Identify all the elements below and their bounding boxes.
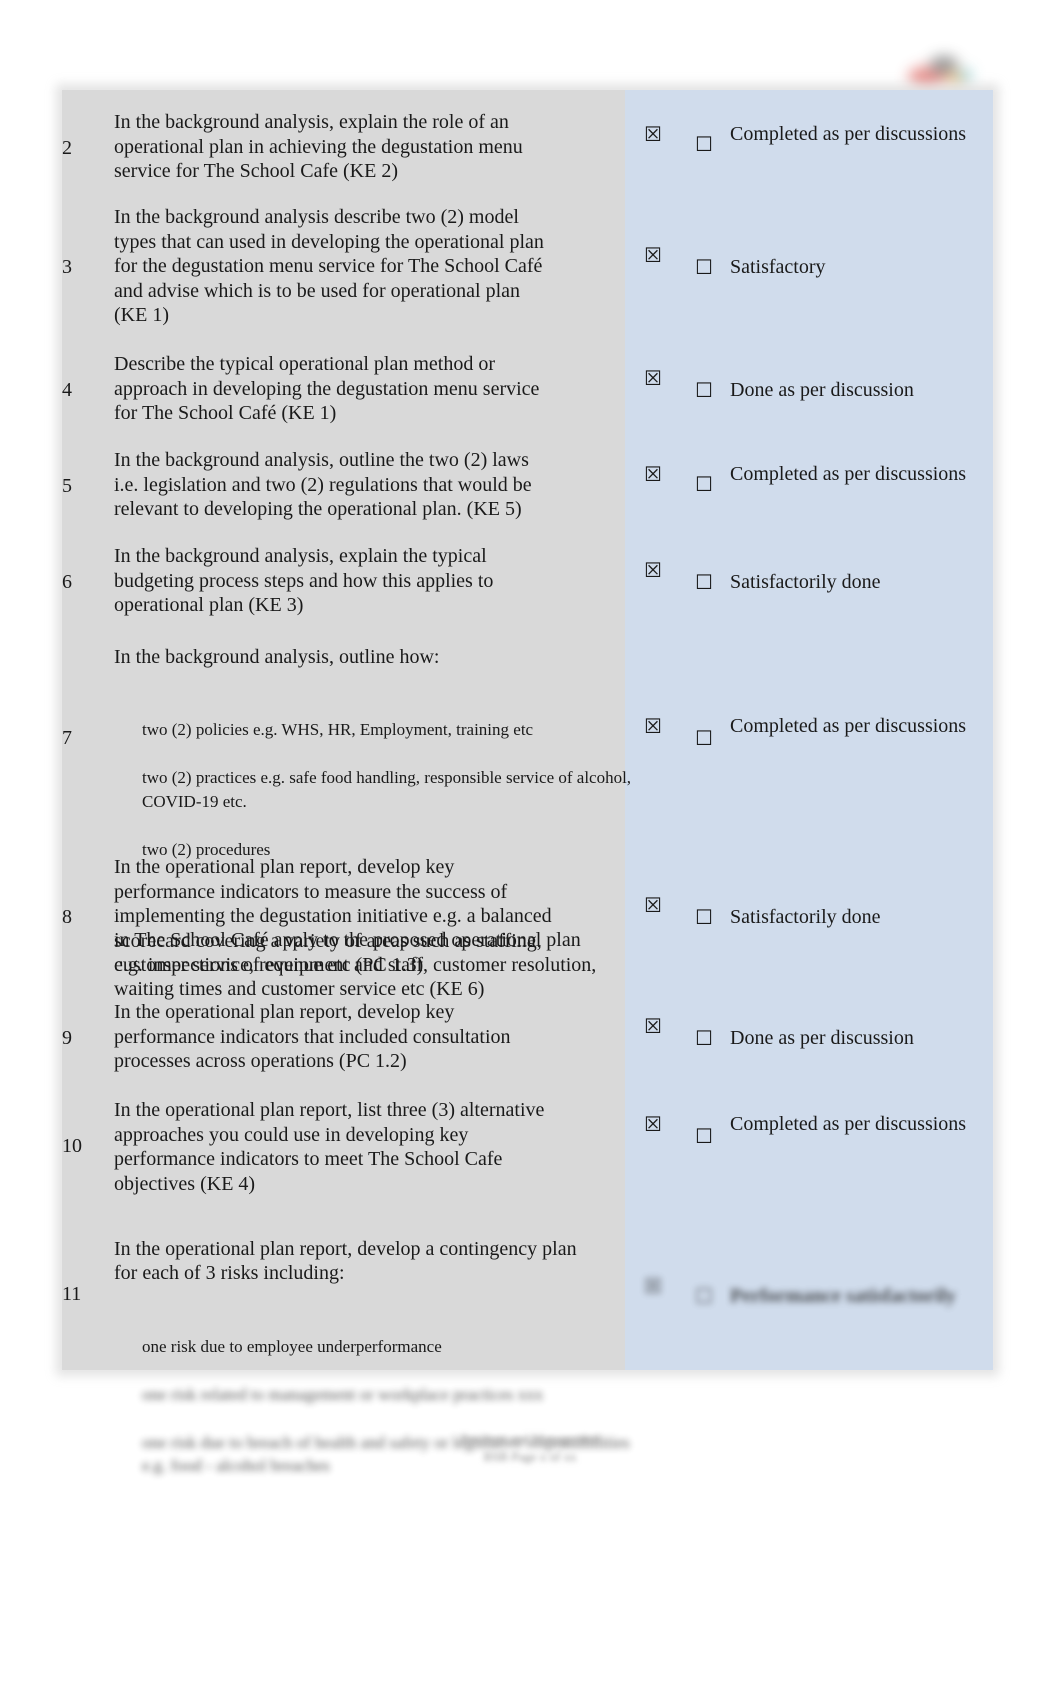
assessor-comment: Done as per discussion	[730, 1027, 914, 1049]
footer-line-2: BSB Page x of xx	[483, 1449, 577, 1464]
row-number: 9	[62, 1027, 72, 1049]
row-number: 5	[62, 475, 72, 497]
row-number: 7	[62, 727, 72, 749]
row-number: 8	[62, 906, 72, 928]
not-satisfactory-checkbox[interactable]: ☐	[695, 1026, 713, 1050]
assessor-comment: Done as per discussion	[730, 379, 914, 401]
bullet-item: two (2) practices e.g. safe food handlin…	[142, 768, 632, 811]
question-text: In the operational plan report, develop …	[114, 856, 552, 976]
row-number: 6	[62, 571, 72, 593]
assessor-comment: Completed as per discussions	[730, 1113, 967, 1135]
assessor-comment: Satisfactorily done	[730, 906, 881, 928]
question-bullet-list: one risk due to employee underperformanc…	[114, 1310, 634, 1502]
row-number: 2	[62, 137, 72, 159]
question-text: In the background analysis, outline the …	[114, 449, 532, 520]
satisfactory-checkbox[interactable]: ☒	[644, 1112, 662, 1136]
page-footer: Business and Management BSB Page x of xx	[430, 1430, 630, 1466]
question-text: In the background analysis describe two …	[114, 206, 544, 326]
row-number: 10	[62, 1135, 82, 1157]
not-satisfactory-checkbox[interactable]: ☐	[695, 1284, 713, 1308]
satisfactory-checkbox[interactable]: ☒	[644, 462, 662, 486]
not-satisfactory-checkbox[interactable]: ☐	[695, 905, 713, 929]
question-text: In the operational plan report, develop …	[114, 1001, 511, 1072]
not-satisfactory-checkbox[interactable]: ☐	[695, 726, 713, 750]
satisfactory-checkbox[interactable]: ☒	[644, 893, 662, 917]
assessor-comment: Completed as per discussions	[730, 463, 967, 485]
assessment-checklist-table: 2 In the background analysis, explain th…	[62, 90, 993, 1475]
satisfactory-checkbox[interactable]: ☒	[644, 1014, 662, 1038]
bullet-item: one risk related to management or workpl…	[142, 1384, 544, 1404]
question-text: In the background analysis, explain the …	[114, 545, 494, 616]
not-satisfactory-checkbox[interactable]: ☐	[695, 1124, 713, 1148]
row-number: 3	[62, 256, 72, 278]
bullet-item: two (2) policies e.g. WHS, HR, Employmen…	[142, 720, 534, 739]
row-number: 4	[62, 379, 72, 401]
satisfactory-checkbox[interactable]: ☒	[644, 366, 662, 390]
satisfactory-checkbox[interactable]: ☒	[644, 122, 662, 146]
question-text: In the operational plan report, list thr…	[114, 1099, 545, 1195]
assessor-comment: Satisfactory	[730, 256, 826, 278]
satisfactory-checkbox[interactable]: ☒	[644, 714, 662, 738]
question-text: Describe the typical operational plan me…	[114, 353, 540, 424]
assessor-comment: Completed as per discussions	[730, 715, 967, 737]
question-intro: In the operational plan report, develop …	[114, 1237, 577, 1285]
question-text: In the operational plan report, develop …	[114, 1212, 634, 1527]
assessor-comment: Performance satisfactorily	[730, 1285, 957, 1307]
satisfactory-checkbox[interactable]: ☒	[644, 558, 662, 582]
not-satisfactory-checkbox[interactable]: ☐	[695, 132, 713, 156]
organisation-logo-icon	[900, 52, 972, 92]
satisfactory-checkbox[interactable]: ☒	[644, 243, 662, 267]
bullet-item: one risk due to employee underperformanc…	[142, 1336, 442, 1356]
question-text: In the background analysis, explain the …	[114, 111, 523, 182]
row-number: 11	[62, 1283, 82, 1305]
not-satisfactory-checkbox[interactable]: ☐	[695, 255, 713, 279]
not-satisfactory-checkbox[interactable]: ☐	[695, 570, 713, 594]
not-satisfactory-checkbox[interactable]: ☐	[695, 472, 713, 496]
question-intro: In the background analysis, outline how:	[114, 645, 440, 668]
not-satisfactory-checkbox[interactable]: ☐	[695, 378, 713, 402]
assessor-comment: Satisfactorily done	[730, 571, 881, 593]
satisfactory-checkbox[interactable]: ☒	[644, 1274, 662, 1298]
assessor-comment: Completed as per discussions	[730, 123, 967, 145]
footer-line-1: Business and Management	[460, 1431, 600, 1446]
